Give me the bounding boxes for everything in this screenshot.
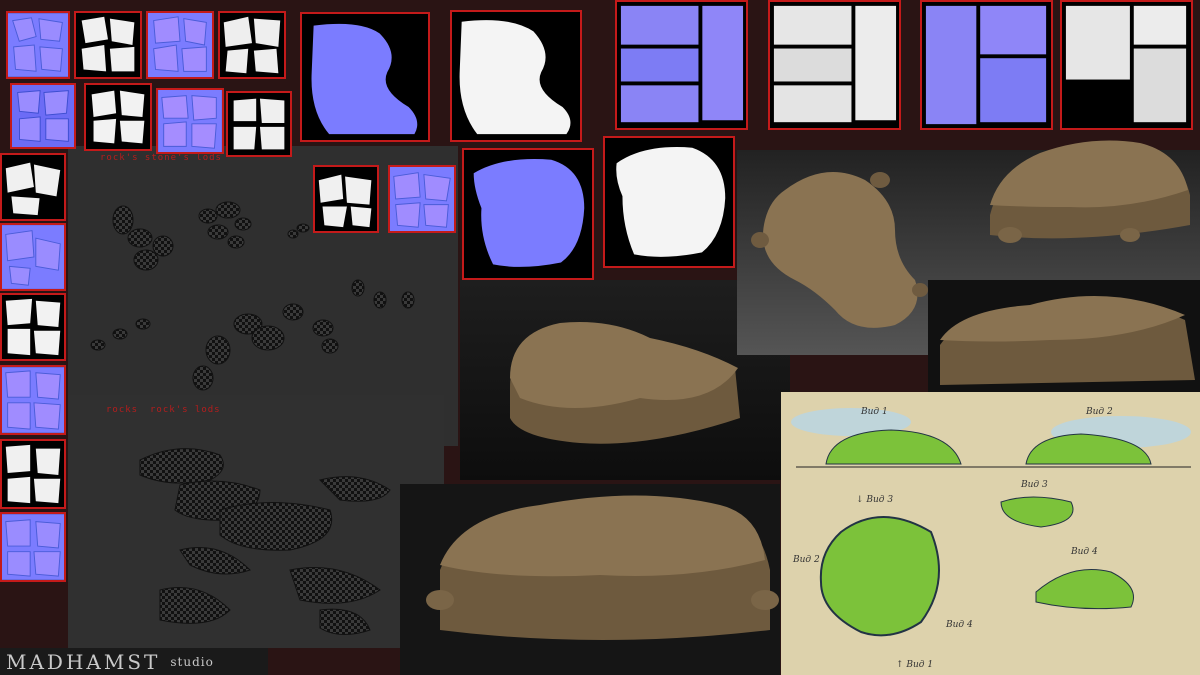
ao-map-tile [0,153,66,221]
concept-label-arrow-view3: ↓ Вид 3 [856,495,894,505]
ao-map-tile [226,91,292,157]
island-render-front [940,296,1195,385]
concept-label-view1-bottom: ↑ Вид 1 [896,660,934,670]
ao-map-cliff-tile [1060,0,1193,130]
concept-label-view4-bottom: Вид 4 [946,620,973,630]
studio-sub: studio [170,654,214,669]
normal-map-cliff-tile [615,0,748,130]
island-render-topdown [751,172,928,328]
wireframe-cliffs-bottom [139,448,391,635]
ao-map-tile [74,11,142,79]
island-render-center [510,322,740,444]
normal-map-tile [0,365,66,435]
ao-map-tile [0,293,66,361]
studio-watermark: MADHAMST studio [0,648,268,675]
ao-map-tile [84,83,152,151]
normal-map-tile [146,11,214,79]
normal-map-tile [6,11,70,79]
normal-map-cliff-tile [920,0,1053,130]
concept-label-view2-top: Вид 2 [1086,407,1113,417]
concept-art-sketch [791,408,1191,637]
rocks-label: rocks [106,405,139,415]
wireframe-rocks-top [90,201,415,391]
rocks-lods-label-2: rock's lods [150,405,221,415]
island-render-side [990,140,1190,243]
normal-map-tile [156,88,224,154]
ao-map-cliff-tile [768,0,901,130]
ao-map-large-tile [603,136,735,268]
normal-map-large-tile [462,148,594,280]
ao-map-tile [218,11,286,79]
ao-map-tile [0,439,66,509]
concept-label-view1-top: Вид 1 [861,407,888,417]
concept-label-arrow-view2: Вид 2 [793,555,820,565]
normal-map-large-tile [300,12,430,142]
concept-art-panel: Вид 1 Вид 2 Вид 3 ↓ Вид 3 Вид 2 Вид 4 Ви… [781,392,1200,675]
ao-map-large-tile [450,10,582,142]
normal-map-tile [0,512,66,582]
normal-map-tile [10,83,76,149]
concept-label-view3: Вид 3 [1021,480,1048,490]
studio-brand: MADHAMST [6,649,161,674]
normal-map-tile [0,223,66,291]
concept-label-view4-mid: Вид 4 [1071,547,1098,557]
island-render-bottom [426,495,779,640]
